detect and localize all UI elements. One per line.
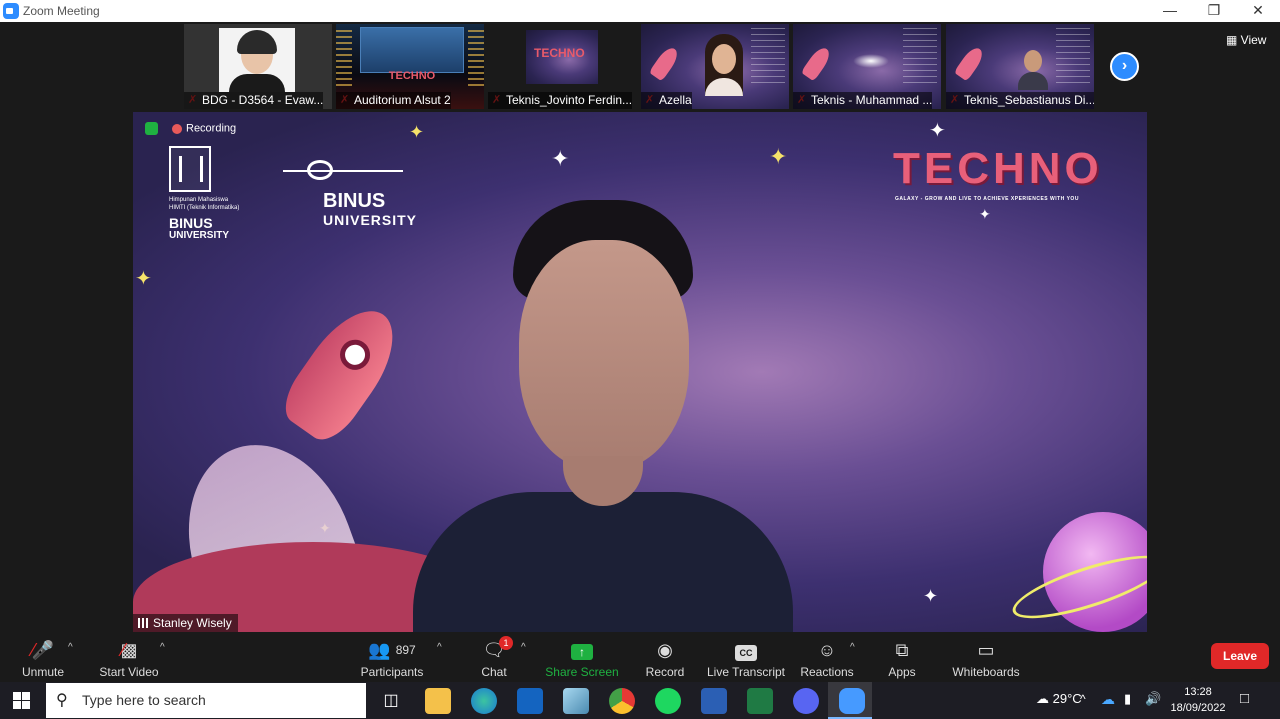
techno-banner: TECHNO	[388, 70, 436, 82]
window-titlebar: Zoom Meeting — ❐ ✕	[0, 0, 1280, 22]
cc-icon: CC	[701, 638, 791, 662]
unmute-button[interactable]: 🎤 ⁄ Unmute	[0, 638, 88, 679]
participant-thumbnail[interactable]: ✗ Teknis_Sebastianus Di...	[946, 24, 1094, 109]
minimize-button[interactable]: —	[1148, 0, 1192, 22]
chat-badge: 1	[499, 636, 513, 650]
whiteboards-button[interactable]: ▭ Whiteboards	[941, 638, 1031, 679]
star-icon: ✦	[551, 146, 570, 171]
participant-thumbnail[interactable]: ✗ Teknis - Muhammad ...	[793, 24, 941, 109]
battery-icon[interactable]: ▮	[1124, 691, 1131, 707]
himti-caption: Himpunan Mahasiswa HIMTI (Teknik Informat…	[169, 197, 240, 211]
participant-video	[219, 28, 295, 92]
main-speaker-video: ✦ ✦ ✦ ✦ ✦ ✦ ✦ ✦ Himpunan MahasiswaHIMTI …	[133, 112, 1147, 632]
discord-icon[interactable]	[793, 688, 819, 714]
participant-thumbnail[interactable]: TECHNO ✗ Auditorium Alsut 2	[336, 24, 484, 109]
recording-indicator: Recording	[145, 122, 236, 135]
participant-name: Teknis - Muhammad ...	[793, 92, 933, 109]
audio-options-caret[interactable]: ^	[68, 642, 73, 653]
star-icon: ✦	[923, 586, 939, 606]
rocket-icon	[953, 44, 987, 82]
record-dot-icon	[172, 123, 182, 134]
participant-video	[1018, 50, 1048, 90]
participant-name: Teknis_Sebastianus Di...	[946, 92, 1094, 109]
word-icon[interactable]	[701, 688, 727, 714]
shield-icon	[145, 122, 158, 135]
live-transcript-button[interactable]: CC Live Transcript	[701, 638, 791, 679]
taskbar-clock[interactable]: 13:28 18/09/2022	[1168, 684, 1228, 716]
participants-icon: 👥	[368, 640, 391, 660]
search-icon: ⚲	[56, 692, 68, 709]
mic-muted-icon: 🎤 ⁄	[31, 640, 55, 660]
task-view-icon[interactable]: ◫	[378, 688, 404, 714]
zoom-app-icon	[3, 3, 19, 19]
chrome-icon[interactable]	[609, 688, 635, 714]
participant-name: Azella	[641, 92, 692, 109]
himti-logo	[169, 146, 211, 192]
himti-university: UNIVERSITY	[169, 230, 230, 241]
record-button[interactable]: ◉ Record	[620, 638, 710, 679]
share-screen-icon: ↑	[537, 638, 627, 662]
video-options-caret[interactable]: ^	[160, 642, 165, 653]
chat-caret[interactable]: ^	[521, 642, 526, 653]
participant-thumbnail[interactable]: ✗ Azella	[641, 24, 789, 109]
participant-thumbnail[interactable]: ✗ BDG - D3564 - Evaw...	[184, 24, 332, 109]
spotify-icon[interactable]	[655, 688, 681, 714]
participants-count: 897	[395, 643, 416, 657]
rocket-icon	[800, 44, 834, 82]
excel-icon[interactable]	[747, 688, 773, 714]
view-button[interactable]: ▦ View	[1226, 33, 1266, 47]
star-icon: ✦	[135, 268, 152, 290]
speaker-video	[363, 200, 843, 632]
file-explorer-icon[interactable]	[425, 688, 451, 714]
chevron-up-icon[interactable]: ^	[1080, 692, 1086, 706]
onedrive-icon[interactable]: ☁	[1101, 691, 1115, 708]
star-icon: ✦	[769, 144, 788, 169]
maximize-button[interactable]: ❐	[1192, 0, 1236, 22]
participant-name: Auditorium Alsut 2	[336, 92, 451, 109]
window-title: Zoom Meeting	[23, 4, 100, 18]
windows-taskbar: ⚲ Type here to search ◫ ☁ 29°C ^ ☁ ▮ 🔊 1…	[0, 682, 1280, 719]
apps-icon: ⧉	[895, 640, 909, 660]
volume-icon[interactable]: 🔊	[1145, 691, 1161, 707]
grid-icon: ▦	[1226, 33, 1241, 47]
outlook-icon[interactable]	[517, 688, 543, 714]
techno-logo: TECHNO	[893, 144, 1103, 193]
participant-name: BDG - D3564 - Evaw...	[184, 92, 324, 109]
meeting-toolbar: 🎤 ⁄ Unmute ^ ▩ ⁄ Start Video ^ 👥 897 Parti…	[0, 632, 1280, 682]
next-page-button[interactable]: ›	[1110, 52, 1139, 81]
techno-tagline: GALAXY - GROW AND LIVE TO ACHIEVE XPERIE…	[895, 196, 1079, 202]
rocket-icon	[648, 44, 682, 82]
whiteboard-icon: ▭	[977, 640, 995, 660]
reactions-caret[interactable]: ^	[850, 642, 855, 653]
participants-button[interactable]: 👥 897 Participants	[347, 638, 437, 679]
participant-video: TECHNO	[526, 30, 598, 84]
share-screen-button[interactable]: ↑ Share Screen	[537, 638, 627, 679]
video-stage: ✗ BDG - D3564 - Evaw... TECHNO ✗ Auditor…	[0, 22, 1280, 632]
weather-widget[interactable]: ☁ 29°C	[1036, 691, 1082, 707]
himti-binus: BINUS	[169, 215, 213, 231]
leave-button[interactable]: Leave	[1211, 643, 1269, 669]
record-icon: ◉	[657, 640, 673, 660]
notification-icon[interactable]: □	[1240, 690, 1249, 707]
active-app-highlight	[828, 682, 872, 719]
participants-caret[interactable]: ^	[437, 642, 442, 653]
signal-bars-icon	[138, 618, 150, 628]
participant-name: Teknis_Jovinto Ferdin...	[488, 92, 633, 109]
speaker-name-label: Stanley Wisely	[133, 614, 238, 632]
close-button[interactable]: ✕	[1236, 0, 1280, 22]
participant-thumbnail[interactable]: TECHNO ✗ Teknis_Jovinto Ferdin...	[488, 24, 636, 109]
binus-logo	[283, 156, 403, 188]
edge-icon[interactable]	[471, 688, 497, 714]
apps-button[interactable]: ⧉ Apps	[857, 638, 947, 679]
star-icon: ✦	[409, 122, 425, 142]
participant-video	[701, 34, 747, 96]
windows-start-icon[interactable]	[13, 692, 30, 709]
stage-screen	[360, 27, 464, 73]
star-icon: ✦	[979, 206, 991, 222]
app-icon[interactable]	[563, 688, 589, 714]
cloud-icon: ☁	[1036, 691, 1049, 706]
taskbar-search-box[interactable]: ⚲ Type here to search	[46, 683, 366, 718]
star-icon: ✦	[929, 120, 946, 142]
techno-banner: TECHNO	[534, 46, 585, 60]
